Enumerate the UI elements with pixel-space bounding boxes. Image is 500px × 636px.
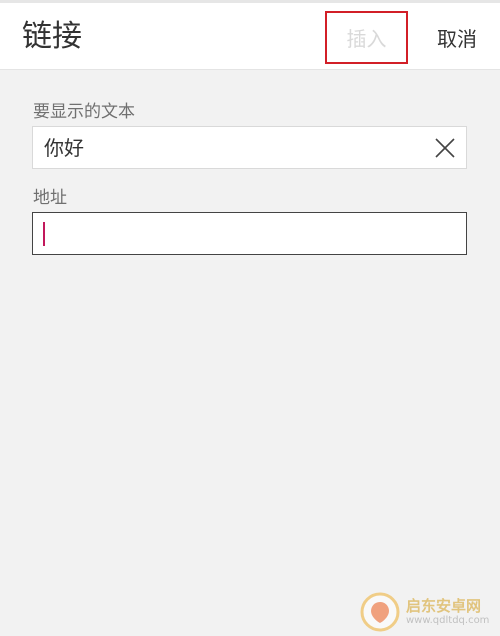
display-text-label: 要显示的文本 bbox=[33, 102, 135, 122]
address-input[interactable] bbox=[32, 212, 467, 255]
watermark-url: www.qdltdq.com bbox=[406, 615, 490, 626]
dialog-header: 链接 插入 取消 bbox=[0, 0, 500, 70]
watermark: 启东安卓网 www.qdltdq.com bbox=[360, 588, 500, 636]
address-label: 地址 bbox=[33, 188, 67, 208]
cancel-button[interactable]: 取消 bbox=[437, 25, 477, 53]
watermark-name: 启东安卓网 bbox=[406, 597, 482, 615]
display-text-field[interactable]: 你好 bbox=[32, 126, 467, 169]
page-title: 链接 bbox=[22, 19, 82, 54]
display-text-value: 你好 bbox=[44, 136, 84, 160]
text-caret bbox=[43, 222, 45, 246]
logo-icon bbox=[360, 592, 400, 632]
insert-button[interactable]: 插入 bbox=[325, 11, 408, 64]
close-icon[interactable] bbox=[434, 137, 456, 159]
